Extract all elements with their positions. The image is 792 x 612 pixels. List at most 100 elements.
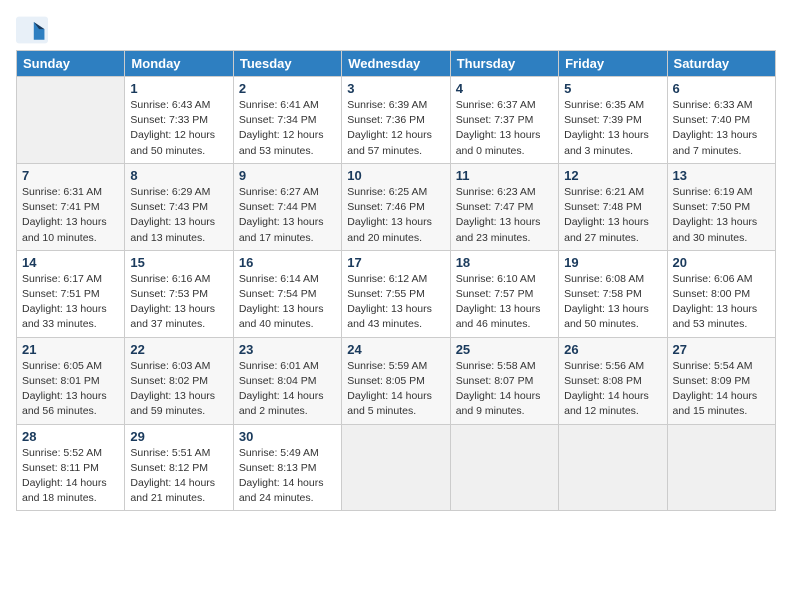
day-info: Sunrise: 5:58 AMSunset: 8:07 PMDaylight:…	[456, 359, 553, 420]
day-number: 13	[673, 168, 770, 183]
day-number: 4	[456, 81, 553, 96]
day-number: 24	[347, 342, 444, 357]
day-info: Sunrise: 6:17 AMSunset: 7:51 PMDaylight:…	[22, 272, 119, 333]
day-number: 18	[456, 255, 553, 270]
day-number: 1	[130, 81, 227, 96]
day-cell: 3Sunrise: 6:39 AMSunset: 7:36 PMDaylight…	[342, 77, 450, 164]
day-number: 7	[22, 168, 119, 183]
day-number: 6	[673, 81, 770, 96]
week-row-4: 21Sunrise: 6:05 AMSunset: 8:01 PMDayligh…	[17, 337, 776, 424]
day-info: Sunrise: 6:41 AMSunset: 7:34 PMDaylight:…	[239, 98, 336, 159]
day-number: 15	[130, 255, 227, 270]
day-cell: 9 Sunrise: 6:27 AMSunset: 7:44 PMDaylight…	[233, 163, 341, 250]
day-info: Sunrise: 5:51 AMSunset: 8:12 PMDaylight:…	[130, 446, 227, 507]
week-row-1: 1 Sunrise: 6:43 AMSunset: 7:33 PMDaylight…	[17, 77, 776, 164]
week-row-2: 7 Sunrise: 6:31 AMSunset: 7:41 PMDaylight…	[17, 163, 776, 250]
weekday-header-tuesday: Tuesday	[233, 51, 341, 77]
day-cell: 23 Sunrise: 6:01 AMSunset: 8:04 PMDayligh…	[233, 337, 341, 424]
weekday-header-sunday: Sunday	[17, 51, 125, 77]
day-cell	[17, 77, 125, 164]
day-number: 12	[564, 168, 661, 183]
day-number: 23	[239, 342, 336, 357]
day-cell: 10 Sunrise: 6:25 AMSunset: 7:46 PMDayligh…	[342, 163, 450, 250]
day-info: Sunrise: 6:01 AMSunset: 8:04 PMDaylight:…	[239, 359, 336, 420]
day-info: Sunrise: 6:37 AMSunset: 7:37 PMDaylight:…	[456, 98, 553, 159]
week-row-3: 14 Sunrise: 6:17 AMSunset: 7:51 PMDayligh…	[17, 250, 776, 337]
day-info: Sunrise: 5:49 AMSunset: 8:13 PMDaylight:…	[239, 446, 336, 507]
day-cell: 27Sunrise: 5:54 AMSunset: 8:09 PMDayligh…	[667, 337, 775, 424]
day-info: Sunrise: 6:25 AMSunset: 7:46 PMDaylight:…	[347, 185, 444, 246]
week-row-5: 28Sunrise: 5:52 AMSunset: 8:11 PMDayligh…	[17, 424, 776, 511]
day-cell: 11 Sunrise: 6:23 AMSunset: 7:47 PMDayligh…	[450, 163, 558, 250]
day-info: Sunrise: 6:10 AMSunset: 7:57 PMDaylight:…	[456, 272, 553, 333]
day-cell: 19Sunrise: 6:08 AMSunset: 7:58 PMDayligh…	[559, 250, 667, 337]
day-cell: 26 Sunrise: 5:56 AMSunset: 8:08 PMDayligh…	[559, 337, 667, 424]
day-cell: 4 Sunrise: 6:37 AMSunset: 7:37 PMDaylight…	[450, 77, 558, 164]
day-info: Sunrise: 6:03 AMSunset: 8:02 PMDaylight:…	[130, 359, 227, 420]
day-info: Sunrise: 6:31 AMSunset: 7:41 PMDaylight:…	[22, 185, 119, 246]
day-info: Sunrise: 6:33 AMSunset: 7:40 PMDaylight:…	[673, 98, 770, 159]
day-number: 11	[456, 168, 553, 183]
day-cell: 22 Sunrise: 6:03 AMSunset: 8:02 PMDayligh…	[125, 337, 233, 424]
logo	[16, 16, 52, 44]
day-info: Sunrise: 6:12 AMSunset: 7:55 PMDaylight:…	[347, 272, 444, 333]
day-cell: 29 Sunrise: 5:51 AMSunset: 8:12 PMDayligh…	[125, 424, 233, 511]
day-number: 26	[564, 342, 661, 357]
day-number: 16	[239, 255, 336, 270]
day-cell: 25 Sunrise: 5:58 AMSunset: 8:07 PMDayligh…	[450, 337, 558, 424]
day-cell: 21Sunrise: 6:05 AMSunset: 8:01 PMDayligh…	[17, 337, 125, 424]
day-cell: 8 Sunrise: 6:29 AMSunset: 7:43 PMDaylight…	[125, 163, 233, 250]
day-info: Sunrise: 6:43 AMSunset: 7:33 PMDaylight:…	[130, 98, 227, 159]
day-info: Sunrise: 6:08 AMSunset: 7:58 PMDaylight:…	[564, 272, 661, 333]
day-info: Sunrise: 6:27 AMSunset: 7:44 PMDaylight:…	[239, 185, 336, 246]
day-number: 9	[239, 168, 336, 183]
day-number: 29	[130, 429, 227, 444]
day-number: 22	[130, 342, 227, 357]
day-info: Sunrise: 5:54 AMSunset: 8:09 PMDaylight:…	[673, 359, 770, 420]
day-cell	[342, 424, 450, 511]
day-number: 17	[347, 255, 444, 270]
weekday-header-monday: Monday	[125, 51, 233, 77]
day-info: Sunrise: 6:05 AMSunset: 8:01 PMDaylight:…	[22, 359, 119, 420]
day-info: Sunrise: 6:29 AMSunset: 7:43 PMDaylight:…	[130, 185, 227, 246]
day-info: Sunrise: 6:21 AMSunset: 7:48 PMDaylight:…	[564, 185, 661, 246]
day-cell: 14 Sunrise: 6:17 AMSunset: 7:51 PMDayligh…	[17, 250, 125, 337]
day-cell	[667, 424, 775, 511]
day-cell: 5 Sunrise: 6:35 AMSunset: 7:39 PMDaylight…	[559, 77, 667, 164]
day-number: 20	[673, 255, 770, 270]
day-cell: 30Sunrise: 5:49 AMSunset: 8:13 PMDayligh…	[233, 424, 341, 511]
day-cell: 12 Sunrise: 6:21 AMSunset: 7:48 PMDayligh…	[559, 163, 667, 250]
day-number: 2	[239, 81, 336, 96]
day-number: 14	[22, 255, 119, 270]
day-cell: 2 Sunrise: 6:41 AMSunset: 7:34 PMDaylight…	[233, 77, 341, 164]
weekday-header-wednesday: Wednesday	[342, 51, 450, 77]
day-info: Sunrise: 5:59 AMSunset: 8:05 PMDaylight:…	[347, 359, 444, 420]
logo-icon	[16, 16, 48, 44]
day-cell	[450, 424, 558, 511]
day-number: 8	[130, 168, 227, 183]
day-cell: 24 Sunrise: 5:59 AMSunset: 8:05 PMDayligh…	[342, 337, 450, 424]
day-cell: 16Sunrise: 6:14 AMSunset: 7:54 PMDayligh…	[233, 250, 341, 337]
day-cell: 15 Sunrise: 6:16 AMSunset: 7:53 PMDayligh…	[125, 250, 233, 337]
weekday-header-row: SundayMondayTuesdayWednesdayThursdayFrid…	[17, 51, 776, 77]
weekday-header-thursday: Thursday	[450, 51, 558, 77]
weekday-header-friday: Friday	[559, 51, 667, 77]
day-info: Sunrise: 6:06 AMSunset: 8:00 PMDaylight:…	[673, 272, 770, 333]
day-cell: 7 Sunrise: 6:31 AMSunset: 7:41 PMDaylight…	[17, 163, 125, 250]
day-cell: 6 Sunrise: 6:33 AMSunset: 7:40 PMDaylight…	[667, 77, 775, 164]
day-number: 10	[347, 168, 444, 183]
day-info: Sunrise: 6:16 AMSunset: 7:53 PMDaylight:…	[130, 272, 227, 333]
calendar-table: SundayMondayTuesdayWednesdayThursdayFrid…	[16, 50, 776, 511]
day-number: 5	[564, 81, 661, 96]
day-info: Sunrise: 6:19 AMSunset: 7:50 PMDaylight:…	[673, 185, 770, 246]
day-info: Sunrise: 6:35 AMSunset: 7:39 PMDaylight:…	[564, 98, 661, 159]
day-cell: 13 Sunrise: 6:19 AMSunset: 7:50 PMDayligh…	[667, 163, 775, 250]
weekday-header-saturday: Saturday	[667, 51, 775, 77]
page-header	[16, 16, 776, 44]
day-number: 25	[456, 342, 553, 357]
day-cell: 20 Sunrise: 6:06 AMSunset: 8:00 PMDayligh…	[667, 250, 775, 337]
day-cell	[559, 424, 667, 511]
day-cell: 18 Sunrise: 6:10 AMSunset: 7:57 PMDayligh…	[450, 250, 558, 337]
day-info: Sunrise: 6:23 AMSunset: 7:47 PMDaylight:…	[456, 185, 553, 246]
day-info: Sunrise: 5:56 AMSunset: 8:08 PMDaylight:…	[564, 359, 661, 420]
